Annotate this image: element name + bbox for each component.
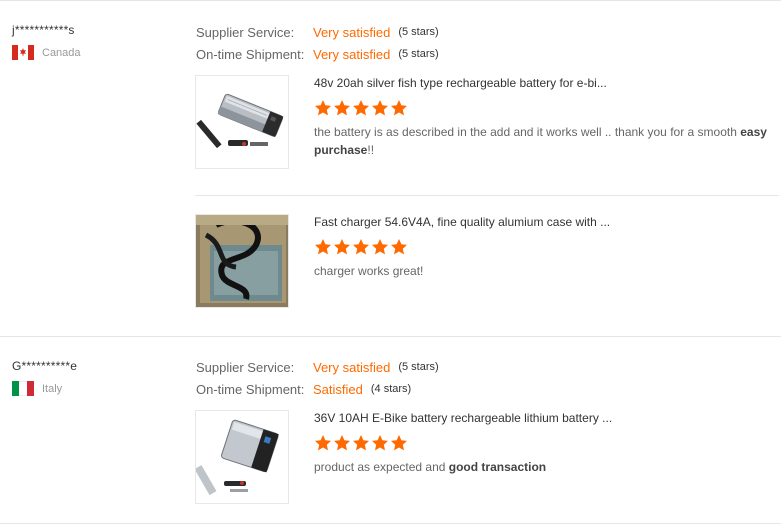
product-thumbnail[interactable]	[195, 75, 289, 169]
star-icon	[390, 238, 408, 256]
on-time-shipment-row: On-time Shipment: Satisfied (4 stars)	[196, 378, 439, 400]
product-info: Fast charger 54.6V4A, fine quality alumi…	[314, 214, 774, 280]
product-thumbnail[interactable]	[195, 410, 289, 504]
buyer-info: G**********e Italy	[12, 358, 77, 396]
star-icon	[314, 238, 332, 256]
product-star-rating	[314, 238, 774, 256]
feedback-text: the battery is as described in the add a…	[314, 123, 769, 159]
star-icon	[333, 434, 351, 452]
product-title[interactable]: 48v 20ah silver fish type rechargeable b…	[314, 75, 774, 91]
star-icon	[352, 434, 370, 452]
star-icon	[314, 434, 332, 452]
charger-image-icon	[196, 215, 288, 307]
star-icon	[371, 434, 389, 452]
product-title[interactable]: Fast charger 54.6V4A, fine quality alumi…	[314, 214, 774, 230]
on-time-shipment-label: On-time Shipment:	[196, 381, 305, 397]
supplier-service-label: Supplier Service:	[196, 24, 295, 40]
product-info: 48v 20ah silver fish type rechargeable b…	[314, 75, 774, 159]
buyer-country: Italy	[12, 381, 77, 396]
canada-flag-icon	[12, 45, 34, 60]
on-time-shipment-label: On-time Shipment:	[196, 46, 305, 62]
buyer-country: Canada	[12, 45, 81, 60]
supplier-service-stars: (5 stars)	[398, 361, 439, 373]
star-icon	[352, 238, 370, 256]
product-info: 36V 10AH E-Bike battery rechargeable lit…	[314, 410, 774, 476]
supplier-service-stars: (5 stars)	[398, 26, 439, 38]
product-title[interactable]: 36V 10AH E-Bike battery rechargeable lit…	[314, 410, 774, 426]
supplier-service-row: Supplier Service: Very satisfied (5 star…	[196, 356, 439, 378]
on-time-shipment-stars: (4 stars)	[370, 383, 412, 395]
supplier-ratings: Supplier Service: Very satisfied (5 star…	[196, 21, 439, 65]
feedback-text: product as expected and good transaction	[314, 458, 769, 476]
product-star-rating	[314, 99, 774, 117]
star-icon	[371, 99, 389, 117]
buyer-name: j***********s	[12, 23, 75, 37]
supplier-service-value: Very satisfied	[313, 359, 391, 375]
star-icon	[333, 99, 351, 117]
on-time-shipment-stars: (5 stars)	[398, 48, 439, 60]
product-divider	[195, 195, 779, 196]
star-icon	[390, 99, 408, 117]
star-icon	[390, 434, 408, 452]
supplier-service-value: Very satisfied	[313, 24, 391, 40]
product-star-rating	[314, 434, 774, 452]
feedback-text: charger works great!	[314, 262, 769, 280]
feedback-main: charger works great!	[314, 264, 424, 278]
feedback-tail: !!	[367, 143, 375, 157]
feedback-main: the battery is as described in the add a…	[314, 125, 741, 139]
country-label: Canada	[42, 46, 81, 59]
star-icon	[352, 99, 370, 117]
feedback-highlight: good transaction	[448, 460, 547, 474]
star-icon	[314, 99, 332, 117]
buyer-name: G**********e	[12, 359, 78, 373]
italy-flag-icon	[12, 381, 34, 396]
on-time-shipment-value: Satisfied	[313, 381, 363, 397]
supplier-service-row: Supplier Service: Very satisfied (5 star…	[196, 21, 439, 43]
feedback-main: product as expected and	[314, 460, 449, 474]
battery-image-icon	[196, 419, 279, 496]
buyer-info: j***********s Canada	[12, 22, 81, 60]
star-icon	[371, 238, 389, 256]
supplier-ratings: Supplier Service: Very satisfied (5 star…	[196, 356, 439, 400]
supplier-service-label: Supplier Service:	[196, 359, 295, 375]
star-icon	[333, 238, 351, 256]
battery-image-icon	[196, 93, 284, 149]
country-label: Italy	[42, 382, 63, 395]
review-item: j***********s Canada Supplier Service: V…	[0, 0, 781, 337]
on-time-shipment-row: On-time Shipment: Very satisfied (5 star…	[196, 43, 439, 65]
on-time-shipment-value: Very satisfied	[313, 46, 391, 62]
bottom-divider	[0, 523, 781, 524]
product-thumbnail[interactable]	[195, 214, 289, 308]
